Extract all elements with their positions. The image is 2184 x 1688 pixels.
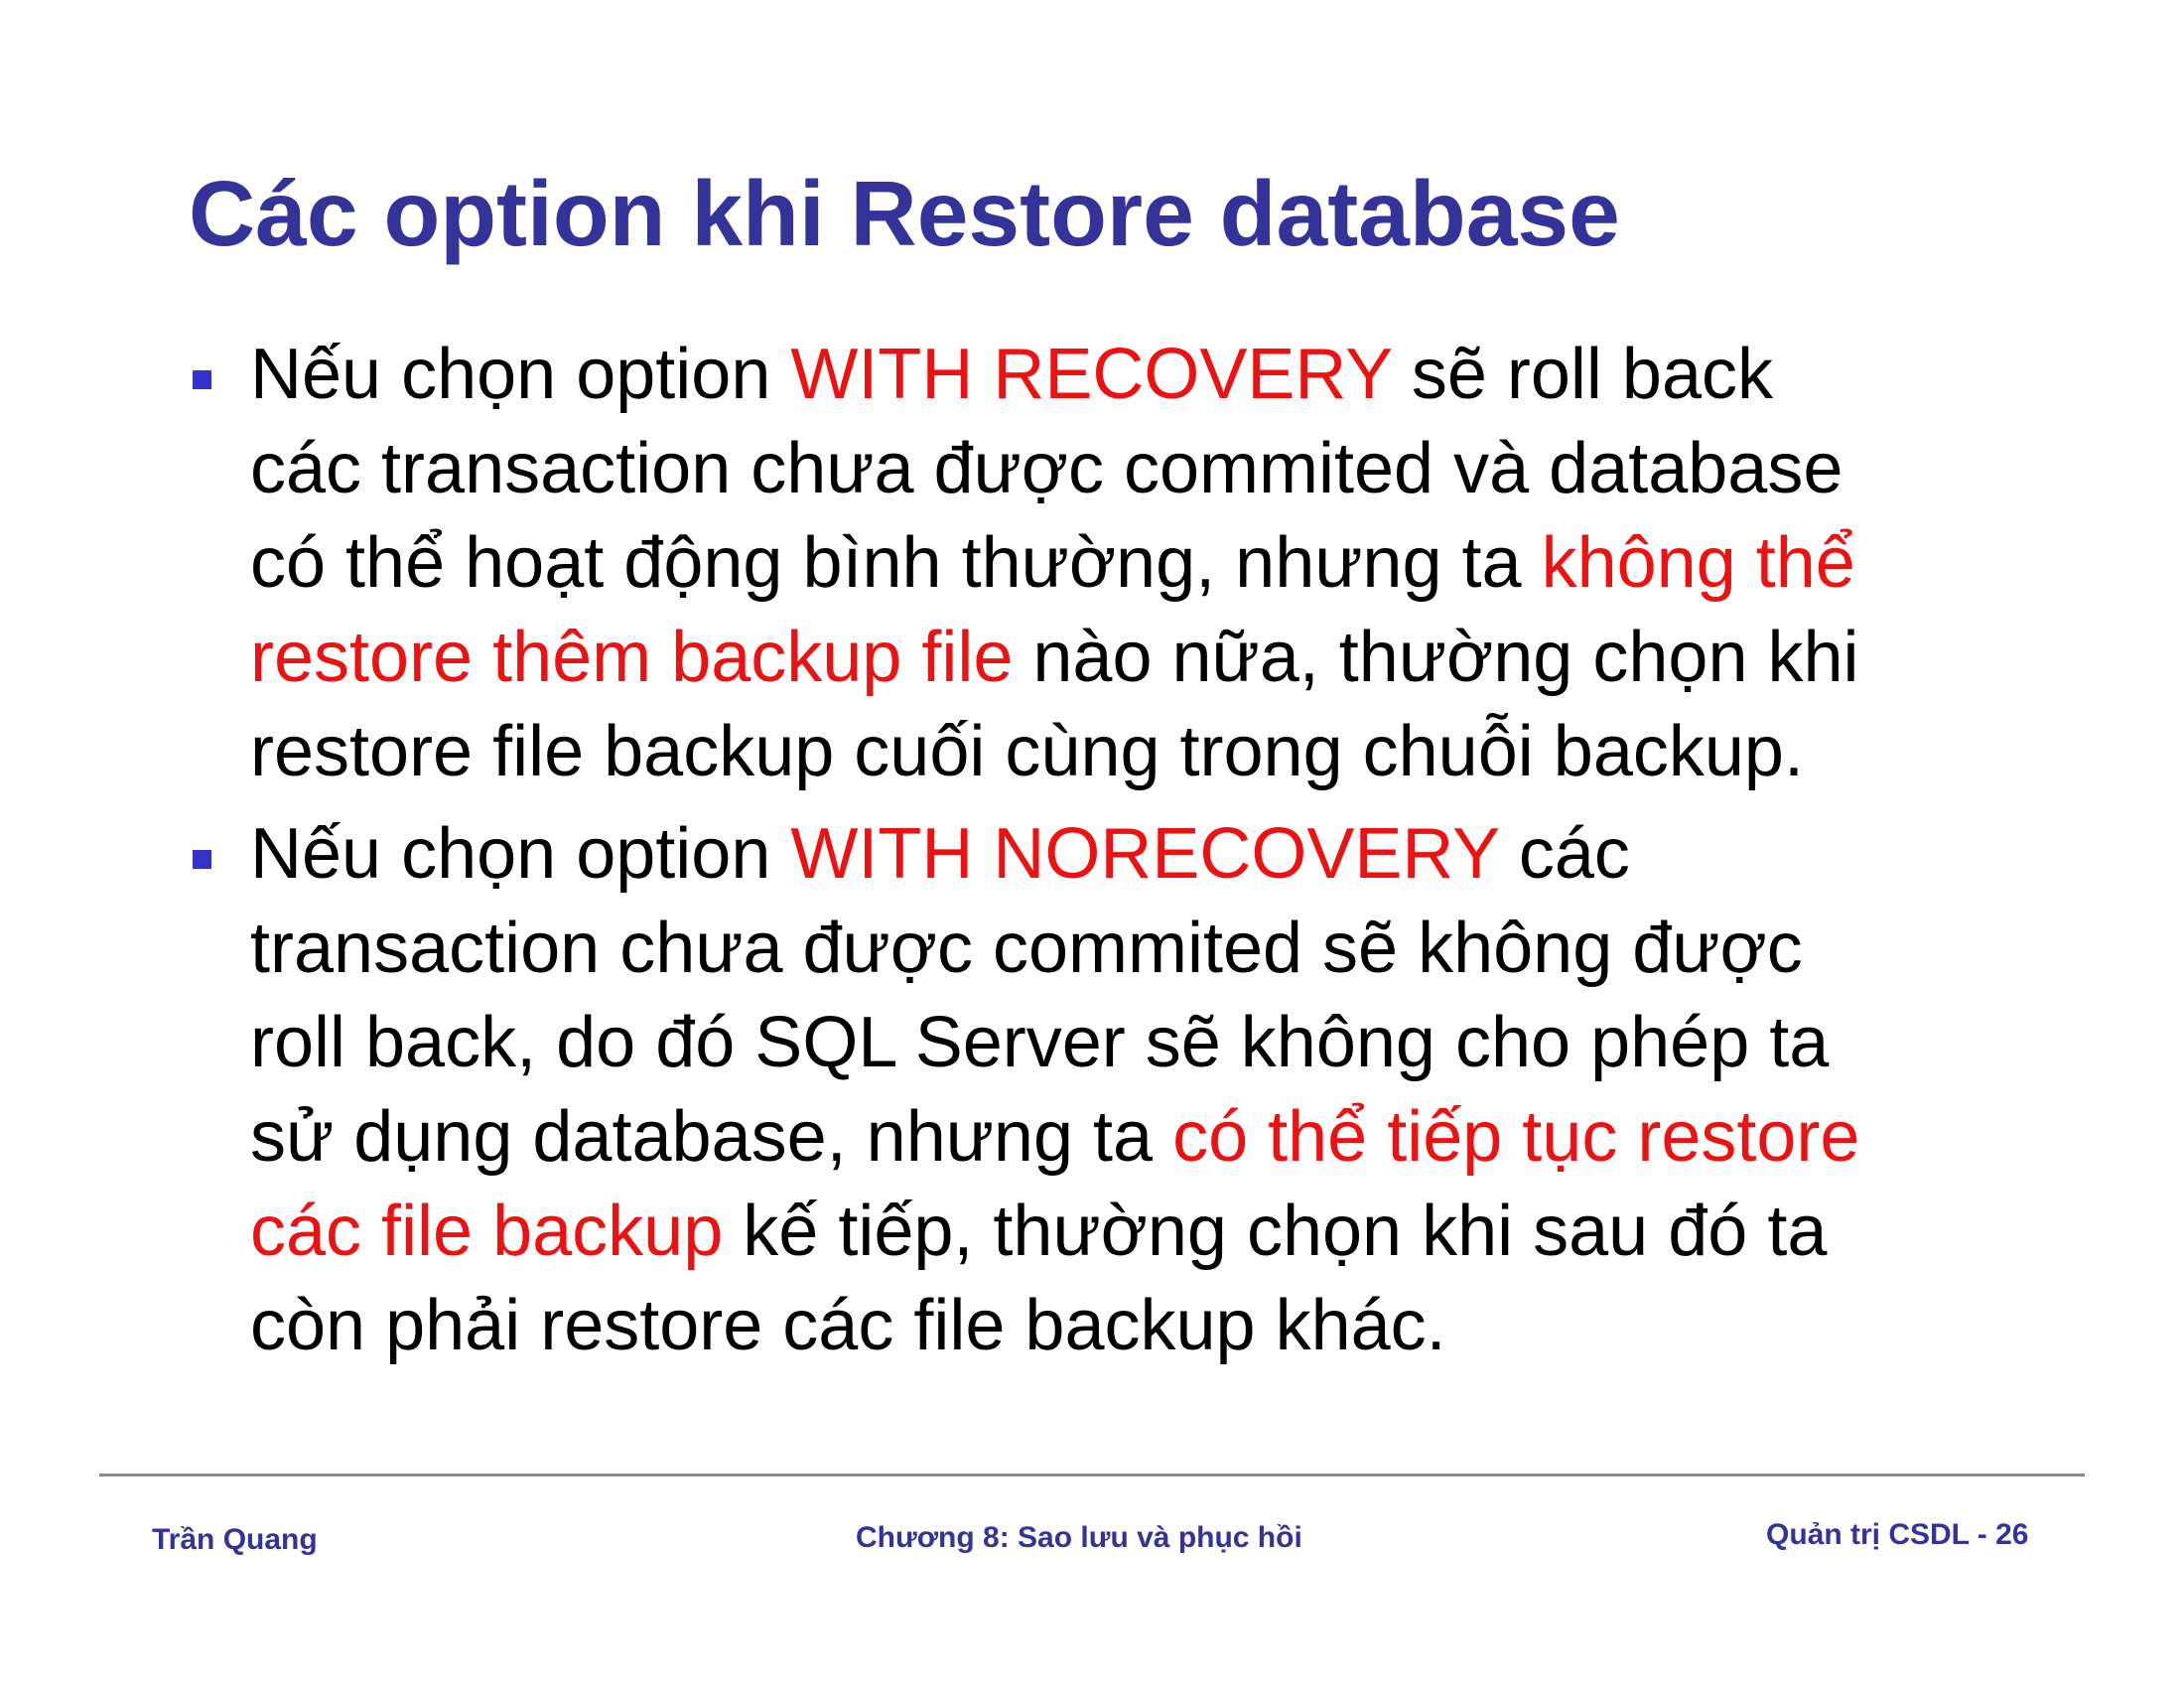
- paragraph-line: các transaction chưa được commited và da…: [250, 422, 2055, 516]
- text-run: sẽ roll back: [1391, 335, 1773, 414]
- footer-page-number: Quản trị CSDL - 26: [1766, 1518, 2029, 1551]
- slide: Các option khi Restore database Nếu chọn…: [0, 0, 2184, 1688]
- paragraph-line: transaction chưa được commited sẽ không …: [250, 902, 2055, 996]
- bullet-paragraph: Nếu chọn option WITH NORECOVERY các tran…: [250, 807, 2055, 1373]
- text-run: các transaction chưa được commited và da…: [250, 429, 1843, 508]
- highlighted-text: có thể tiếp tục restore: [1172, 1097, 1860, 1177]
- text-run: sử dụng database, nhưng ta: [250, 1097, 1173, 1177]
- paragraph-line: Nếu chọn option WITH NORECOVERY các: [250, 807, 2055, 902]
- highlighted-text: restore thêm backup file: [250, 618, 1014, 697]
- square-bullet-icon: [193, 370, 211, 389]
- text-run: các: [1498, 814, 1630, 894]
- text-run: nào nữa, thường chọn khi: [1013, 618, 1859, 697]
- text-run: roll back, do đó SQL Server sẽ không cho…: [250, 1003, 1830, 1082]
- footer-chapter: Chương 8: Sao lưu và phục hồi: [856, 1521, 1302, 1554]
- paragraph-line: có thể hoạt động bình thường, nhưng ta k…: [250, 516, 2055, 611]
- text-run: Nếu chọn option: [250, 814, 791, 894]
- paragraph-line: restore file backup cuối cùng trong chuỗ…: [250, 705, 2055, 799]
- paragraph-line: Nếu chọn option WITH RECOVERY sẽ roll ba…: [250, 328, 2055, 422]
- text-run: restore file backup cuối cùng trong chuỗ…: [250, 712, 1804, 791]
- footer-divider: [99, 1474, 2085, 1477]
- text-run: có thể hoạt động bình thường, nhưng ta: [250, 523, 1542, 603]
- bullet-paragraph: Nếu chọn option WITH RECOVERY sẽ roll ba…: [250, 328, 2055, 799]
- highlighted-text: không thể: [1541, 523, 1855, 603]
- highlighted-text: WITH NORECOVERY: [790, 814, 1499, 894]
- text-run: còn phải restore các file backup khác.: [250, 1286, 1446, 1365]
- paragraph-line: các file backup kế tiếp, thường chọn khi…: [250, 1185, 2055, 1279]
- highlighted-text: WITH RECOVERY: [790, 335, 1392, 414]
- bullet-list: Nếu chọn option WITH RECOVERY sẽ roll ba…: [189, 328, 2055, 1373]
- paragraph-line: còn phải restore các file backup khác.: [250, 1279, 2055, 1373]
- bullet-item-with-norecovery: Nếu chọn option WITH NORECOVERY các tran…: [189, 807, 2055, 1373]
- text-run: transaction chưa được commited sẽ không …: [250, 909, 1803, 988]
- highlighted-text: các file backup: [250, 1192, 724, 1271]
- square-bullet-icon: [193, 850, 211, 869]
- slide-title: Các option khi Restore database: [189, 162, 1620, 265]
- text-run: Nếu chọn option: [250, 335, 791, 414]
- paragraph-line: roll back, do đó SQL Server sẽ không cho…: [250, 996, 2055, 1090]
- paragraph-line: restore thêm backup file nào nữa, thường…: [250, 611, 2055, 705]
- bullet-item-with-recovery: Nếu chọn option WITH RECOVERY sẽ roll ba…: [189, 328, 2055, 799]
- paragraph-line: sử dụng database, nhưng ta có thể tiếp t…: [250, 1090, 2055, 1185]
- footer-author: Trần Quang: [152, 1523, 318, 1556]
- text-run: kế tiếp, thường chọn khi sau đó ta: [723, 1192, 1828, 1271]
